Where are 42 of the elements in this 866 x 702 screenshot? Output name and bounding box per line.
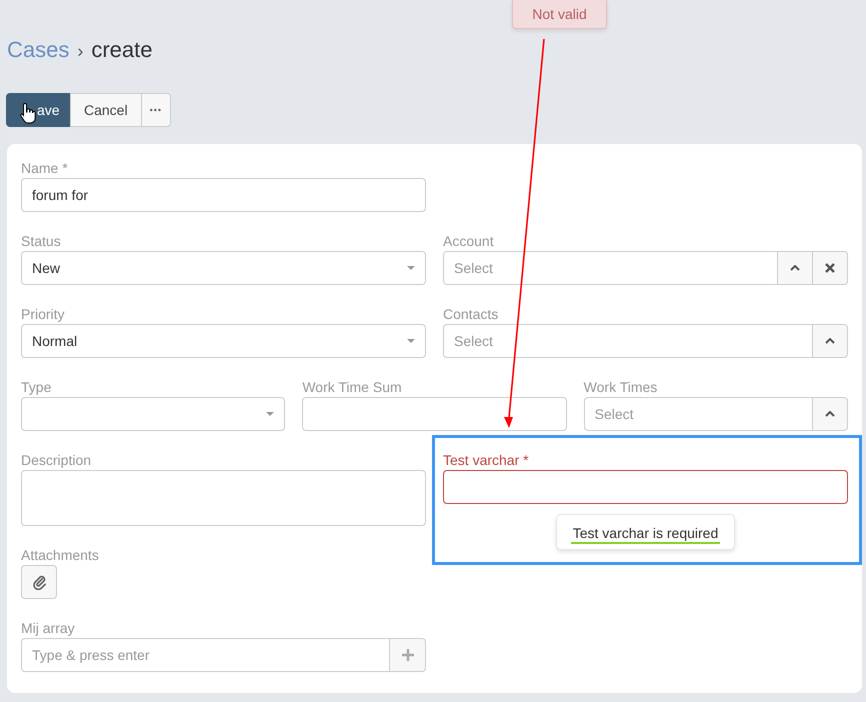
annotation-note: Not valid [512, 0, 607, 29]
field-label: Description [21, 451, 92, 470]
plus-icon [402, 649, 414, 661]
text-field[interactable] [443, 470, 848, 504]
close-icon [825, 263, 835, 273]
tag-input[interactable]: Type & press enter [21, 638, 390, 672]
select-field[interactable]: Select [443, 324, 813, 358]
page-title: create [91, 37, 153, 63]
chevron-up-icon [824, 411, 835, 417]
field-label: Account [443, 232, 494, 251]
field-label: Type [21, 378, 52, 397]
caret-icon [407, 266, 415, 270]
select-field[interactable]: Select [443, 251, 778, 285]
field-label: Mij array [21, 619, 75, 638]
attach-button[interactable] [21, 565, 57, 599]
dropdown[interactable] [21, 397, 286, 431]
chevron-up-icon [825, 338, 835, 344]
caret-icon [407, 339, 415, 343]
field-label: Name * [21, 159, 68, 178]
expand-button[interactable] [813, 324, 848, 358]
expand-button[interactable] [812, 397, 848, 431]
field-label: Contacts [443, 305, 498, 324]
paperclip-icon [32, 574, 46, 590]
field-label: Priority [21, 305, 65, 324]
field-label: Status [21, 232, 61, 251]
field-label: Test varchar * [443, 451, 529, 470]
field-label: Attachments [21, 546, 99, 565]
more-button[interactable]: ••• [140, 93, 172, 127]
caret-icon [266, 412, 274, 416]
text-area[interactable] [21, 470, 426, 526]
text-field[interactable]: forum for [21, 178, 426, 212]
cancel-button[interactable]: Cancel [70, 93, 142, 127]
field-label: Work Times [584, 378, 658, 397]
dropdown[interactable]: New [21, 251, 426, 285]
clear-button[interactable] [813, 251, 848, 285]
field-label: Work Time Sum [302, 378, 402, 397]
dropdown[interactable]: Normal [21, 324, 426, 358]
breadcrumb-separator: › [77, 41, 84, 62]
chevron-up-icon [790, 265, 800, 271]
select-field[interactable]: Select [584, 397, 813, 431]
error-message: Test varchar is required [570, 525, 720, 544]
add-button[interactable] [390, 638, 426, 672]
